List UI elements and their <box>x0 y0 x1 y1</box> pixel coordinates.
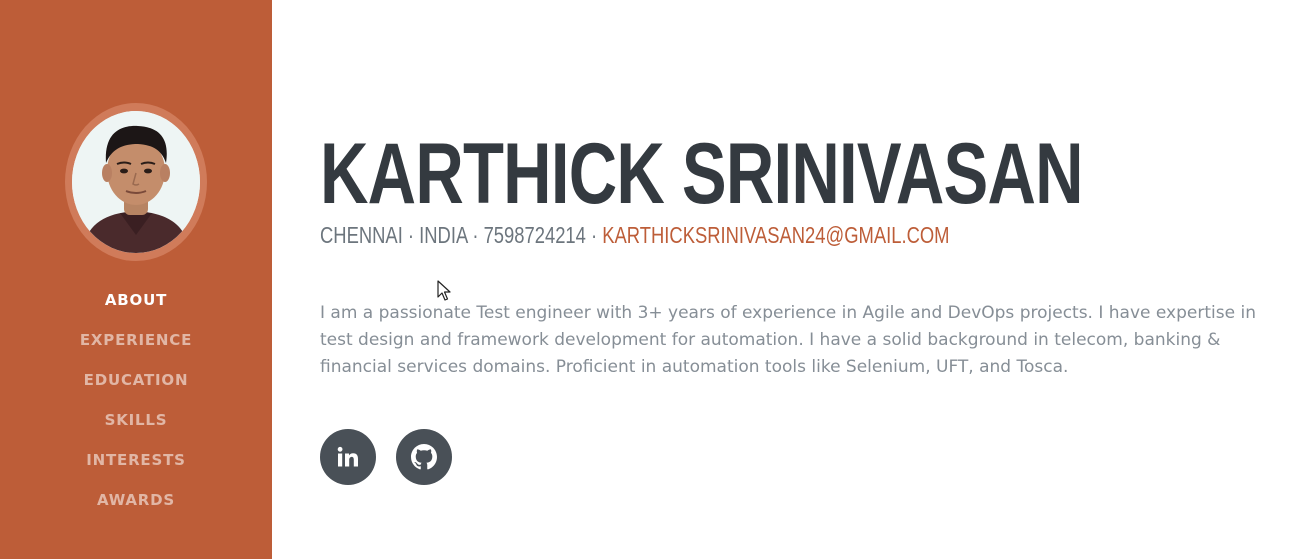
contact-line: CHENNAI · INDIA · 7598724214 · KARTHICKS… <box>320 222 950 248</box>
avatar-ring <box>65 103 207 261</box>
nav-item-experience: EXPERIENCE <box>0 320 272 360</box>
github-button[interactable] <box>396 429 452 485</box>
nav-link-interests[interactable]: INTERESTS <box>86 451 185 469</box>
nav-link-experience[interactable]: EXPERIENCE <box>80 331 192 349</box>
profile-photo <box>72 111 200 253</box>
nav-link-about[interactable]: ABOUT <box>105 291 167 309</box>
avatar[interactable] <box>72 111 200 253</box>
sidebar-nav: ABOUT EXPERIENCE EDUCATION SKILLS INTERE… <box>0 280 272 520</box>
nav-item-interests: INTERESTS <box>0 440 272 480</box>
email-link[interactable]: KARTHICKSRINIVASAN24@GMAIL.COM <box>602 222 949 248</box>
nav-item-awards: AWARDS <box>0 480 272 520</box>
nav-link-education[interactable]: EDUCATION <box>84 371 189 389</box>
bio-text: I am a passionate Test engineer with 3+ … <box>320 303 1256 377</box>
mouse-cursor-icon <box>437 280 451 301</box>
page-title: KARTHICK SRINIVASAN <box>320 126 1084 222</box>
location-text: CHENNAI · INDIA · 7598724214 · <box>320 222 603 248</box>
nav-item-about: ABOUT <box>0 280 272 320</box>
nav-link-awards[interactable]: AWARDS <box>97 491 175 509</box>
sidebar: ABOUT EXPERIENCE EDUCATION SKILLS INTERE… <box>0 0 272 559</box>
linkedin-icon <box>337 446 358 467</box>
github-icon <box>411 444 437 470</box>
linkedin-button[interactable] <box>320 429 376 485</box>
nav-link-skills[interactable]: SKILLS <box>105 411 168 429</box>
nav-item-skills: SKILLS <box>0 400 272 440</box>
nav-item-education: EDUCATION <box>0 360 272 400</box>
